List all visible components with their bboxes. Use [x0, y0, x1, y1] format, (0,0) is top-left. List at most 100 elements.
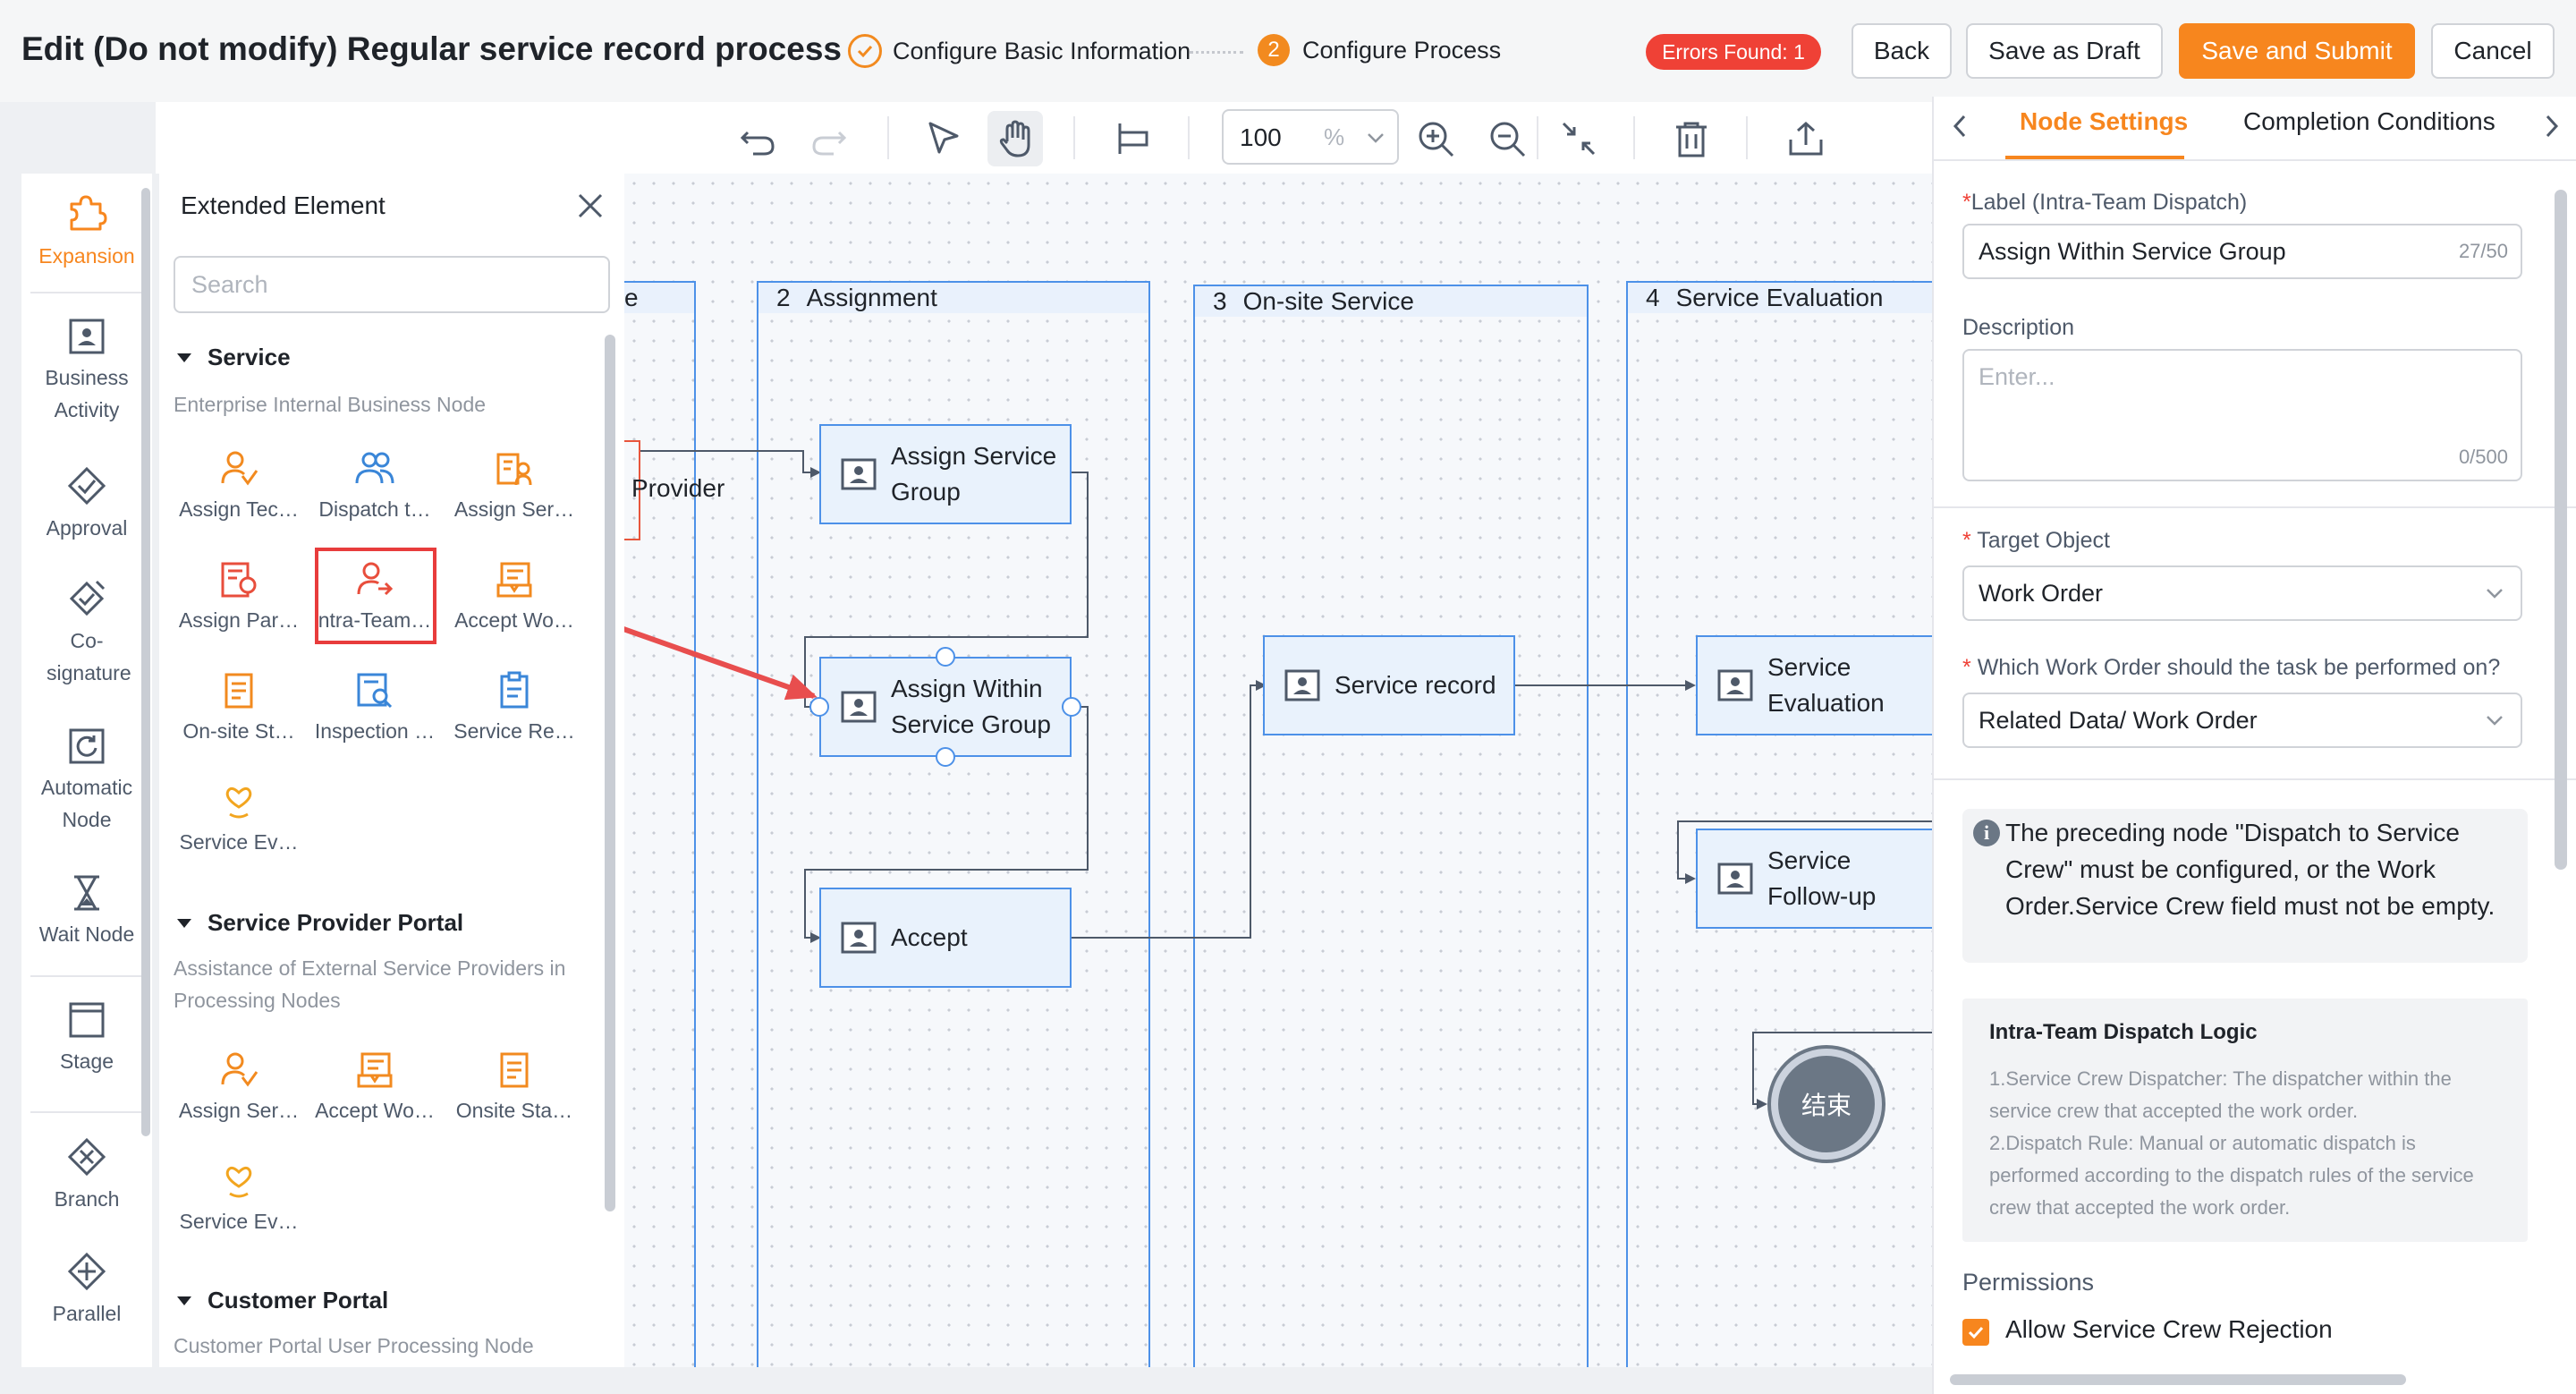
rail-item-business-activity[interactable]: Business Activity: [21, 317, 152, 426]
element-provider-accept-work-order[interactable]: Accept Wo…: [308, 1040, 442, 1140]
zoom-in-icon[interactable]: [1415, 118, 1456, 159]
node-service-record[interactable]: Service record: [1263, 635, 1515, 735]
tab-node-settings[interactable]: Node Settings: [2020, 107, 2188, 136]
element-inspection[interactable]: Inspection …: [308, 660, 442, 761]
toolbar-separator: [1537, 116, 1538, 159]
hand-tool-button[interactable]: [987, 111, 1043, 166]
panel-horizontal-scrollbar[interactable]: [1950, 1374, 2406, 1385]
caret-down-icon: [177, 1296, 191, 1305]
element-search-input[interactable]: [174, 256, 610, 313]
which-work-order-label: * Which Work Order should the task be pe…: [1962, 655, 2501, 680]
back-button[interactable]: Back: [1852, 23, 1952, 79]
stage-icon: [69, 1002, 105, 1038]
rail-item-automatic-node[interactable]: Automatic Node: [21, 727, 152, 836]
save-draft-button[interactable]: Save as Draft: [1966, 23, 2163, 79]
page-header: Edit (Do not modify) Regular service rec…: [0, 0, 2576, 102]
save-submit-button[interactable]: Save and Submit: [2179, 23, 2415, 79]
rail-item-parallel[interactable]: Parallel: [21, 1251, 152, 1330]
chevron-down-icon: [2487, 589, 2503, 599]
delete-icon[interactable]: [1671, 118, 1712, 159]
rail-item-stage[interactable]: Stage: [21, 1000, 152, 1077]
onsite-start-icon: [225, 673, 253, 709]
toolbar-separator: [1188, 116, 1190, 159]
rail-item-branch[interactable]: Branch: [21, 1136, 152, 1215]
element-accept-work-order[interactable]: Accept Wo…: [447, 549, 581, 650]
element-provider-assign-service[interactable]: Assign Ser…: [172, 1040, 306, 1140]
rail-item-label: Approval: [46, 516, 128, 540]
close-icon[interactable]: [572, 188, 608, 224]
description-textarea[interactable]: Enter... 0/500: [1962, 349, 2522, 481]
node-service-followup[interactable]: Service Follow-up: [1696, 829, 1932, 929]
logic-line: 2.Dispatch Rule: Manual or automatic dis…: [1989, 1132, 2474, 1219]
zoom-select[interactable]: 100 %: [1222, 109, 1399, 165]
element-service-record[interactable]: Service Re…: [447, 660, 581, 761]
rail-item-expansion[interactable]: Expansion: [21, 190, 152, 272]
rail-divider: [30, 975, 143, 977]
logic-text: 1.Service Crew Dispatcher: The dispatche…: [1989, 1063, 2508, 1224]
step-configure-basic[interactable]: Configure Basic Information: [848, 34, 1191, 68]
element-assign-partner[interactable]: Assign Par…: [172, 549, 306, 650]
rail-item-co-signature[interactable]: Co-signature: [21, 578, 152, 689]
target-object-value: Work Order: [1979, 579, 2104, 607]
rail-divider: [30, 1111, 143, 1113]
end-event-node[interactable]: 结束: [1771, 1049, 1882, 1160]
assign-person-icon: [221, 1052, 258, 1087]
node-accept[interactable]: Accept: [819, 888, 1072, 988]
caret-down-icon: [177, 353, 191, 362]
export-icon[interactable]: [1785, 118, 1826, 159]
node-port-bottom[interactable]: [936, 747, 955, 767]
process-canvas[interactable]: e Provider 2 Assignment 3 On-site Servic…: [624, 174, 1932, 1367]
node-label: Service Follow-up: [1767, 846, 1877, 910]
toolbar-separator: [1633, 116, 1635, 159]
panel-scrollbar[interactable]: [2555, 190, 2567, 870]
node-label: Assign Within Service Group: [891, 675, 1051, 738]
element-onsite-start[interactable]: On-site St…: [172, 660, 306, 761]
panel-scrollbar[interactable]: [605, 335, 615, 1211]
tab-divider: [1934, 159, 2576, 161]
zoom-out-icon[interactable]: [1487, 118, 1528, 159]
element-provider-onsite-start[interactable]: Onsite Sta…: [447, 1040, 581, 1140]
rail-item-approval[interactable]: Approval: [21, 465, 152, 544]
element-assign-service[interactable]: Assign Ser…: [447, 438, 581, 539]
element-provider-service-evaluation[interactable]: Service Ev…: [172, 1151, 306, 1251]
select-pointer-icon[interactable]: [923, 118, 964, 159]
section-service-toggle[interactable]: Service: [177, 344, 291, 371]
redo-icon[interactable]: [809, 118, 850, 159]
char-count: 27/50: [2458, 240, 2508, 262]
fit-view-icon[interactable]: [1558, 118, 1599, 159]
align-icon[interactable]: [1113, 118, 1154, 159]
element-label: Assign Ser…: [178, 1099, 300, 1122]
node-port-top[interactable]: [936, 647, 955, 667]
node-service-evaluation[interactable]: Service Evaluation: [1696, 635, 1932, 735]
target-object-select[interactable]: Work Order: [1962, 565, 2522, 621]
chevron-left-icon[interactable]: [1950, 113, 1970, 140]
dispatch-logic-box: Intra-Team Dispatch Logic 1.Service Crew…: [1962, 999, 2528, 1242]
rail-item-label: Branch: [54, 1187, 120, 1211]
rail-scrollbar[interactable]: [141, 188, 150, 1136]
errors-badge[interactable]: Errors Found: 1: [1646, 34, 1821, 70]
puzzle-icon: [70, 195, 107, 231]
step-configure-process[interactable]: 2 Configure Process: [1258, 34, 1501, 66]
cancel-button[interactable]: Cancel: [2431, 23, 2555, 79]
parallel-icon: [67, 1252, 106, 1291]
node-port-left[interactable]: [809, 697, 829, 717]
element-assign-technician[interactable]: Assign Tec…: [172, 438, 306, 539]
node-assign-service-group[interactable]: Assign Service Group: [819, 424, 1072, 524]
hourglass-icon: [74, 875, 99, 911]
rail-item-wait-node[interactable]: Wait Node: [21, 873, 152, 950]
node-port-right[interactable]: [1062, 697, 1081, 717]
node-assign-within-service-group[interactable]: Assign Within Service Group: [819, 657, 1072, 757]
section-customer-portal-toggle[interactable]: Customer Portal: [177, 1287, 388, 1314]
description-placeholder: Enter...: [1979, 363, 2055, 390]
chevron-right-icon[interactable]: [2542, 113, 2562, 140]
element-label: Dispatch t…: [318, 497, 431, 521]
allow-rejection-label[interactable]: Allow Service Crew Rejection: [2005, 1315, 2333, 1344]
allow-rejection-checkbox[interactable]: [1962, 1319, 1989, 1346]
element-dispatch[interactable]: Dispatch t…: [308, 438, 442, 539]
which-work-order-select[interactable]: Related Data/ Work Order: [1962, 693, 2522, 748]
caret-down-icon: [177, 918, 191, 928]
label-input[interactable]: Assign Within Service Group 27/50: [1962, 224, 2522, 279]
undo-icon[interactable]: [737, 118, 778, 159]
tab-completion-conditions[interactable]: Completion Conditions: [2243, 107, 2496, 136]
